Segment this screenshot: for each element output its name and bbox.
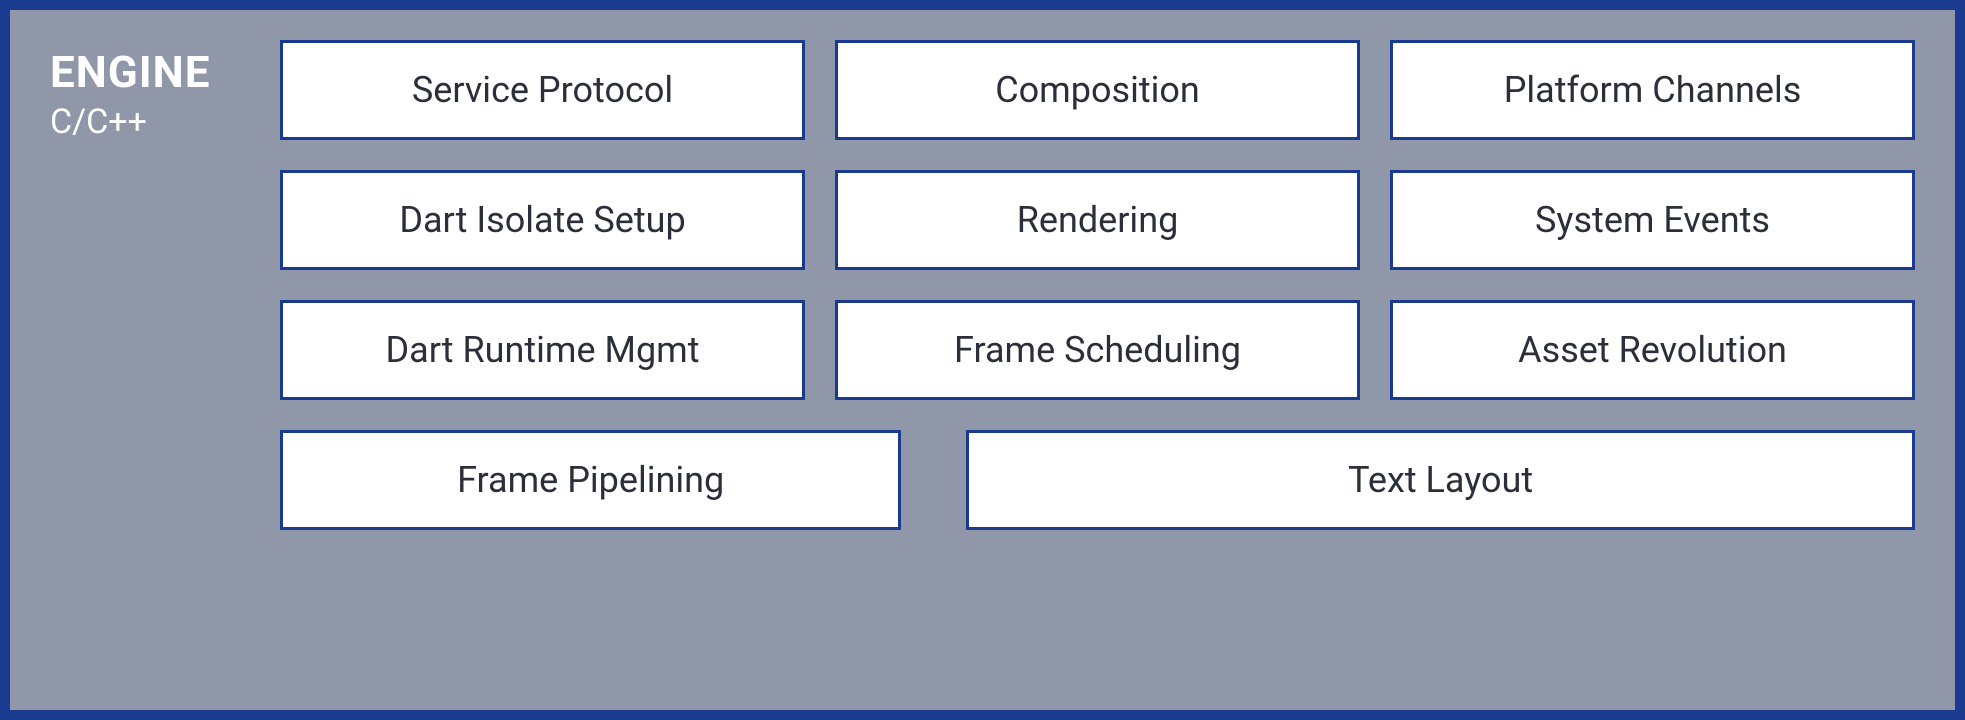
component-box: Asset Revolution: [1390, 300, 1915, 400]
component-box: System Events: [1390, 170, 1915, 270]
section-header: ENGINE C/C++: [50, 40, 280, 670]
component-box: Rendering: [835, 170, 1360, 270]
components-row: Dart Runtime Mgmt Frame Scheduling Asset…: [280, 300, 1915, 400]
component-box: Text Layout: [966, 430, 1915, 530]
component-box: Platform Channels: [1390, 40, 1915, 140]
section-subtitle: C/C++: [50, 102, 280, 142]
component-box: Service Protocol: [280, 40, 805, 140]
component-box: Frame Pipelining: [280, 430, 901, 530]
components-row: Frame Pipelining Text Layout: [280, 430, 1915, 530]
components-row: Dart Isolate Setup Rendering System Even…: [280, 170, 1915, 270]
section-title: ENGINE: [50, 48, 280, 96]
components-row: Service Protocol Composition Platform Ch…: [280, 40, 1915, 140]
component-box: Composition: [835, 40, 1360, 140]
engine-layer-panel: ENGINE C/C++ Service Protocol Compositio…: [0, 0, 1965, 720]
component-box: Frame Scheduling: [835, 300, 1360, 400]
component-box: Dart Runtime Mgmt: [280, 300, 805, 400]
component-box: Dart Isolate Setup: [280, 170, 805, 270]
components-grid: Service Protocol Composition Platform Ch…: [280, 40, 1915, 670]
